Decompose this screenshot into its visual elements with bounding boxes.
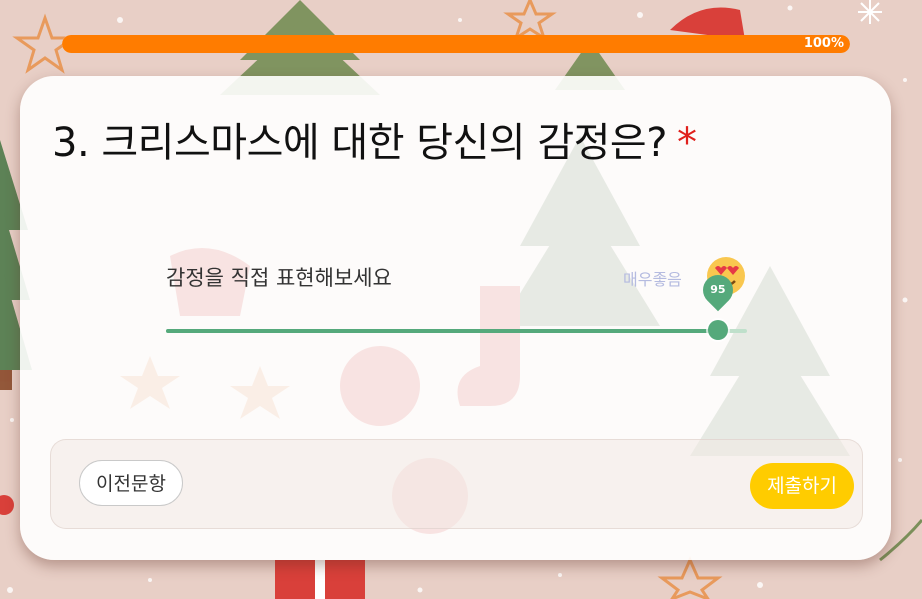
slider-max-label: 매우좋음 bbox=[623, 270, 682, 289]
previous-question-button[interactable]: 이전문항 bbox=[79, 460, 183, 506]
progress-percent: 100% bbox=[803, 36, 844, 51]
required-asterisk: * bbox=[676, 120, 697, 166]
slider-value: 95 bbox=[710, 283, 726, 296]
question-title: 3. 크리스마스에 대한 당신의 감정은? * bbox=[52, 110, 697, 168]
slider-thumb[interactable] bbox=[707, 320, 728, 340]
slider-fill bbox=[166, 329, 718, 333]
question-card: 3. 크리스마스에 대한 당신의 감정은? * 감정을 직접 표현해보세요 매우좋… bbox=[20, 76, 891, 560]
progress-bar: 100% bbox=[62, 35, 850, 53]
question-footer: 이전문항 제출하기 bbox=[50, 439, 863, 529]
emotion-slider[interactable]: 95 bbox=[166, 268, 747, 340]
progress-fill bbox=[62, 35, 850, 53]
submit-button[interactable]: 제출하기 bbox=[750, 463, 854, 509]
question-text: 3. 크리스마스에 대한 당신의 감정은? bbox=[52, 120, 667, 166]
slider-prompt: 감정을 직접 표현해보세요 bbox=[166, 266, 392, 290]
slider-value-bubble: 95 bbox=[696, 268, 740, 312]
